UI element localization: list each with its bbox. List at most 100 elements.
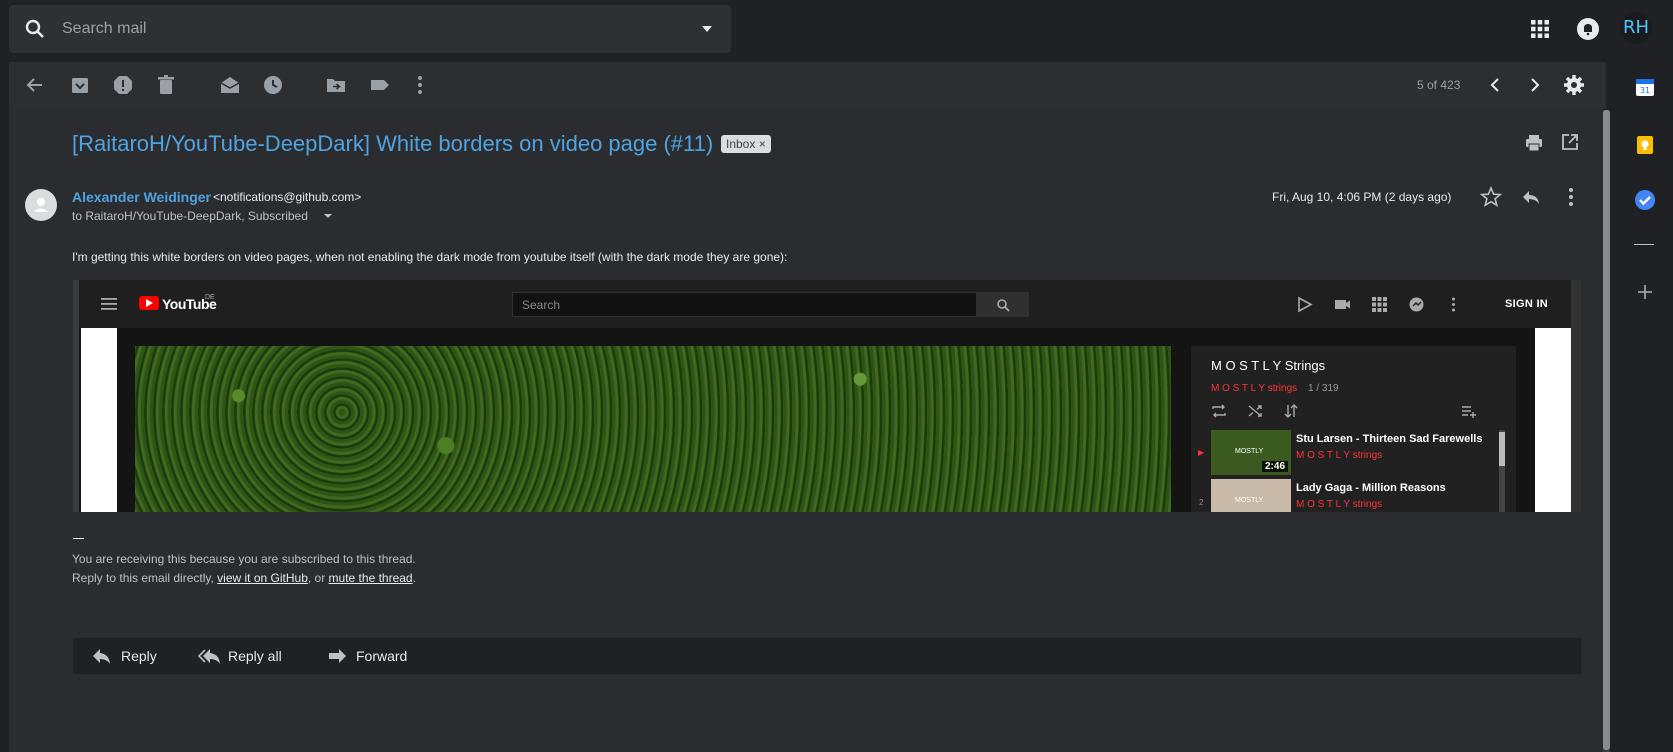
inbox-label-text: Inbox [726, 137, 756, 151]
yt-logo-region: DE [205, 294, 215, 301]
sender-avatar[interactable] [25, 189, 57, 221]
message-toolbar: 5 of 423 [9, 62, 1606, 108]
side-panel: 31 [1617, 60, 1673, 752]
label-icon[interactable] [369, 74, 391, 96]
add-addon-icon[interactable] [1634, 281, 1656, 303]
video-channel: M O S T L Y strings [1296, 450, 1383, 461]
search-options-icon[interactable] [699, 21, 715, 37]
inbox-label-badge[interactable]: Inbox × [721, 135, 771, 153]
playing-indicator: ▶ [1198, 448, 1205, 457]
video-title: Lady Gaga - Million Reasons [1296, 482, 1446, 494]
delete-icon[interactable] [155, 74, 177, 96]
email-date: Fri, Aug 10, 4:06 PM (2 days ago) [1272, 190, 1452, 204]
footer-reply-line: Reply to this email directly, view it on… [72, 571, 416, 585]
footer-mid: , or [307, 571, 329, 585]
save-playlist-icon [1462, 406, 1476, 418]
reply-actions: Reply Reply all Forward [73, 638, 1581, 674]
account-avatar[interactable]: RH [1620, 12, 1652, 44]
footer-suffix: . [412, 571, 416, 585]
reply-all-icon [198, 649, 220, 664]
yt-play-icon [1298, 296, 1313, 313]
white-border-right [1535, 328, 1571, 512]
apps-grid-icon[interactable] [1529, 18, 1551, 40]
reply-arrow-icon [93, 649, 110, 664]
sender-email: <notifications@github.com> [213, 190, 362, 204]
footer-notice: You are receiving this because you are s… [72, 552, 416, 566]
video-player [135, 346, 1171, 512]
video-channel: M O S T L Y strings [1296, 499, 1383, 510]
reply-icon[interactable] [1520, 186, 1542, 208]
remove-label-icon[interactable]: × [759, 137, 766, 151]
shuffle-icon [1248, 405, 1262, 417]
search-bar[interactable]: Search mail [9, 5, 731, 53]
playlist-index: 2 [1199, 498, 1204, 507]
yt-search-icon [997, 299, 1010, 312]
calendar-icon[interactable]: 31 [1634, 76, 1656, 98]
reply-label: Reply [121, 648, 157, 664]
thumbnail-label: MOSTLY [1235, 448, 1264, 455]
video-thumbnail: MOSTLY 2:46 [1211, 430, 1291, 475]
reply-all-button[interactable]: Reply all [198, 647, 298, 665]
forward-button[interactable]: Forward [326, 647, 426, 665]
older-message-icon[interactable] [1524, 74, 1546, 96]
move-to-icon[interactable] [325, 74, 347, 96]
reply-all-label: Reply all [228, 648, 282, 664]
signature-separator [73, 538, 84, 539]
keep-icon[interactable] [1634, 134, 1656, 156]
side-panel-divider [1634, 244, 1654, 245]
yt-apps-icon [1372, 297, 1387, 312]
settings-icon[interactable] [1563, 74, 1585, 96]
report-spam-icon[interactable] [112, 74, 134, 96]
sender-name[interactable]: Alexander Weidinger [72, 189, 211, 205]
yt-search-button [977, 292, 1029, 317]
yt-signin: SIGN IN [1505, 298, 1549, 310]
playlist-item: ▶ MOSTLY 2:46 Stu Larsen - Thirteen Sad … [1191, 430, 1501, 478]
view-on-github-link[interactable]: view it on GitHub [217, 571, 308, 585]
message-more-icon[interactable] [1560, 186, 1582, 208]
back-icon[interactable] [24, 74, 46, 96]
forward-label: Forward [356, 648, 408, 664]
video-title: Stu Larsen - Thirteen Sad Farewells [1296, 433, 1483, 445]
yt-search-box: Search [512, 292, 977, 317]
footer-prefix: Reply to this email directly, [72, 571, 218, 585]
reply-button[interactable]: Reply [91, 647, 171, 665]
mark-unread-icon[interactable] [219, 74, 241, 96]
notifications-icon[interactable] [1576, 17, 1600, 41]
playlist-owner: M O S T L Y strings [1211, 383, 1298, 394]
yt-more-icon [1452, 297, 1455, 312]
recipients: to RaitaroH/YouTube-DeepDark, Subscribed [72, 209, 308, 223]
more-options-icon[interactable] [409, 74, 431, 96]
yt-edge-left [73, 280, 79, 512]
svg-text:31: 31 [1640, 86, 1650, 95]
search-input[interactable]: Search mail [62, 20, 146, 38]
forward-arrow-icon [329, 649, 346, 663]
playlist-count: 1 / 319 [1308, 383, 1339, 394]
message-count: 5 of 423 [1417, 78, 1461, 92]
star-icon[interactable] [1480, 186, 1502, 208]
newer-message-icon[interactable] [1484, 74, 1506, 96]
yt-edge-right [1571, 280, 1581, 512]
playlist-item: 2 MOSTLY Lady Gaga - Million Reasons M O… [1191, 479, 1501, 512]
scrollbar-thumb[interactable] [1603, 110, 1610, 750]
sort-icon [1284, 404, 1298, 418]
yt-logo-play [146, 299, 153, 307]
loop-icon [1212, 404, 1226, 418]
playlist-title: M O S T L Y Strings [1211, 358, 1326, 373]
tasks-icon[interactable] [1634, 189, 1656, 211]
snooze-icon[interactable] [262, 74, 284, 96]
yt-menu-icon [101, 298, 117, 310]
yt-chat-icon [1409, 297, 1424, 312]
show-details-icon[interactable] [322, 210, 334, 222]
yt-search-placeholder: Search [522, 298, 561, 312]
mute-thread-link[interactable]: mute the thread [329, 571, 413, 585]
top-bar: Search mail RH [0, 0, 1673, 60]
person-icon [34, 198, 48, 212]
yt-playlist: M O S T L Y Strings M O S T L Y strings … [1191, 346, 1516, 512]
video-thumbnail: MOSTLY [1211, 479, 1291, 512]
print-icon[interactable] [1524, 133, 1544, 153]
search-icon[interactable] [23, 17, 47, 41]
thumbnail-label: MOSTLY [1235, 497, 1264, 504]
email-subject: [RaitaroH/YouTube-DeepDark] White border… [72, 131, 714, 156]
archive-icon[interactable] [69, 74, 91, 96]
open-new-window-icon[interactable] [1561, 133, 1579, 151]
